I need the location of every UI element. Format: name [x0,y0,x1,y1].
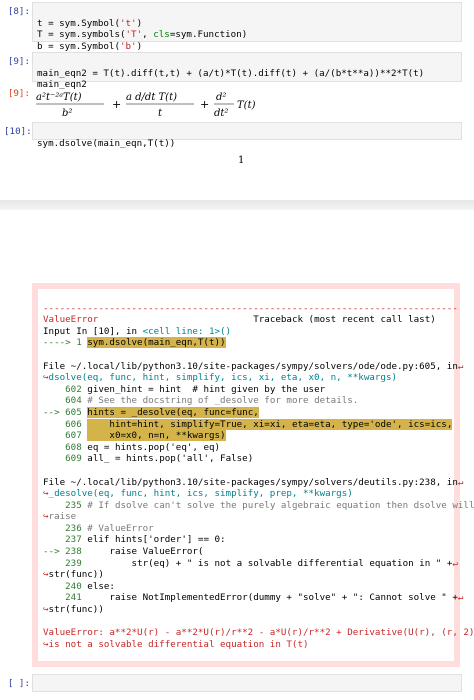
code-cell-9[interactable]: main_eqn2 = T(t).diff(t,t) + (a/t)*T(t).… [32,52,462,90]
frame2-line: 239 str(eq) + " is not a solvable differ… [65,557,458,569]
frame1-line: --> 605 hints = _desolve(eq, func=func, [43,406,259,418]
highlighted-code: sym.dsolve(main_eqn,T(t)) [87,337,226,349]
math-output: a²t⁻²ᵃT(t) b² + a d/dt T(t) t + d² dt² T… [34,88,434,120]
output-prompt-9: [9]: [7,88,30,99]
file2-signature: ↪_desolve(eq, func, hint, ics, simplify,… [43,488,353,500]
frame0-line: ----> 1 sym.dsolve(main_eqn,T(t)) [43,337,226,349]
frame2-line: 241 raise NotImplementedError(dummy + "s… [65,592,464,604]
traceback-dashes: ----------------------------------------… [43,302,458,314]
frame2-line: ↪str(func)) [43,604,104,616]
frame2-line: 235 # If dsolve can't solve the purely a… [65,499,474,511]
frame1-line: 602 given_hint = hint # hint given by th… [65,383,326,395]
page-break [0,200,474,210]
frame1-line: 607 x0=x0, n=n, **kwargs) [65,430,226,442]
frame2-line: ↪str(func)) [43,569,104,581]
frame1-line: 609 all_ = hints.pop('all', False) [65,453,254,465]
cell-prompt-8: [8]: [7,6,30,17]
code-line: sym.dsolve(main_eqn,T(t)) [37,137,176,149]
cell-prompt-9: [9]: [7,56,30,67]
frame1-line: 604 # See the docstring of _desolve for … [65,395,359,407]
traceback-label: Traceback (most recent call last) [253,314,436,326]
error-traceback: ----------------------------------------… [38,289,474,661]
file2-path: File ~/.local/lib/python3.10/site-packag… [43,476,464,488]
code-cell-10[interactable]: sym.dsolve(main_eqn,T(t)) [32,122,462,149]
term2-denominator: t [158,108,163,119]
frame2-line: 236 # ValueError [65,522,154,534]
term1-numerator: a²t⁻²ᵃT(t) [36,92,82,103]
frame2-line: 237 elif hints['order'] == 0: [65,534,226,546]
code-cell-8[interactable]: t = sym.Symbol('t') T = sym.symbols('T', … [32,2,462,52]
input-line: Input In [10], in <cell line: 1>() [43,325,232,337]
frame2-line: --> 238 raise ValueError( [43,546,204,558]
page-number: 1 [238,155,245,166]
plus-sign: + [200,98,209,111]
frame1-line: 606 hint=hint, simplify=True, xi=xi, eta… [65,418,453,430]
error-name: ValueError [43,314,99,326]
plus-sign: + [112,98,121,111]
math-expression: a²t⁻²ᵃT(t) b² + a d/dt T(t) t + d² dt² T… [36,92,256,119]
frame1-line: 608 eq = hints.pop('eq', eq) [65,441,221,453]
code-line: t = sym.Symbol('t') [37,17,143,29]
frame2-line: 240 else: [65,580,115,592]
code-cell-empty[interactable] [32,674,462,692]
code-line: main_eqn2 = T(t).diff(t,t) + (a/t)*T(t).… [37,67,425,79]
cell-prompt-empty: [ ]: [7,678,30,689]
frame2-line: ↪raise [43,511,77,523]
final-error-line: ValueError: a**2*U(r) - a**2*U(r)/r**2 -… [43,627,474,639]
final-error-line-cont: ↪is not a solvable differential equation… [43,638,309,650]
cell-line-link: <cell line: 1>() [142,325,232,337]
file1-signature: ↪dsolve(eq, func, hint, simplify, ics, x… [43,372,398,384]
term3-numerator: d² [216,92,226,103]
term2-numerator: a d/dt T(t) [126,92,177,103]
error-output: ----------------------------------------… [32,283,474,667]
term3-denominator: dt² [214,108,228,119]
term3-function: T(t) [237,100,256,111]
file1-path: File ~/.local/lib/python3.10/site-packag… [43,360,464,372]
cell-prompt-10: [10]: [4,126,32,137]
code-line: b = sym.Symbol('b') [37,40,143,52]
code-line: T = sym.symbols('T', cls=sym.Function) [37,29,248,41]
term1-denominator: b² [62,108,72,119]
traceback-header: ValueError Traceback (most recent call l… [43,314,449,326]
